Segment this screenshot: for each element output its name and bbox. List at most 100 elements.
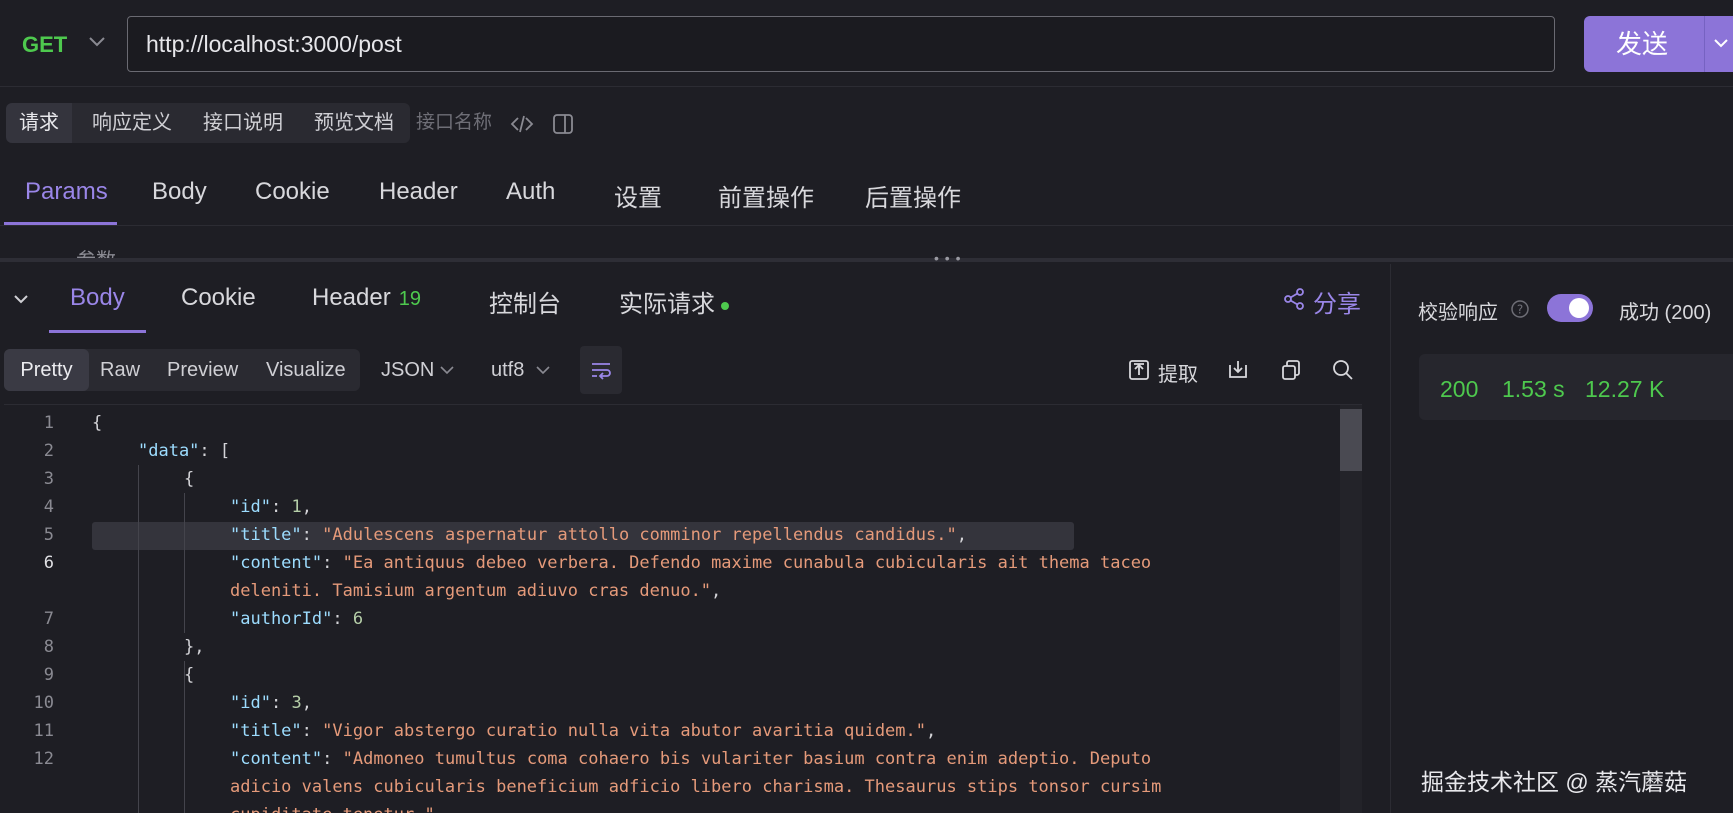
tab-header[interactable]: Header [379, 178, 458, 206]
code-line-wrapped: adicio valens cubicularis beneficium adf… [230, 777, 1161, 797]
code-line-wrapped: cupiditate tenetur.", [230, 805, 445, 813]
json-string: deleniti. Tamisium argentum adiuvo cras … [230, 581, 712, 601]
pane-splitter[interactable] [0, 258, 1733, 262]
view-pretty[interactable]: Pretty [4, 349, 89, 391]
format-select[interactable]: JSON [381, 349, 434, 391]
tab-params[interactable]: Params [25, 178, 108, 206]
api-name-input[interactable]: 接口名称 [416, 103, 492, 143]
tab-body[interactable]: Body [152, 178, 207, 206]
code-icon[interactable] [510, 114, 534, 134]
json-key: "id" [230, 693, 271, 713]
json-string: "Vigor abstergo curatio nulla vita abuto… [322, 721, 926, 741]
http-method-select[interactable]: GET [22, 32, 67, 58]
code-line: "content": "Ea antiquus debeo verbera. D… [230, 553, 1152, 573]
line-number: 11 [33, 721, 54, 741]
copy-icon[interactable] [1279, 358, 1303, 382]
help-icon[interactable]: ? [1510, 299, 1530, 319]
scrollbar-thumb[interactable] [1340, 409, 1362, 471]
code-line: "id": 3, [230, 693, 312, 713]
json-number: 6 [352, 609, 364, 629]
line-number: 2 [43, 441, 54, 461]
request-tabs: 请求 响应定义 接口说明 预览文档 接口名称 [0, 86, 1733, 154]
tab-actual-request-label: 实际请求 [619, 291, 715, 318]
response-body-editor[interactable]: 1 2 3 4 5 6 7 8 9 10 11 12 { "data": [ {… [4, 404, 1362, 813]
active-tab-underline [4, 222, 117, 225]
tab-pre-actions[interactable]: 前置操作 [718, 178, 814, 213]
chevron-down-icon[interactable] [86, 30, 108, 52]
share-icon[interactable] [1282, 287, 1306, 311]
json-punct: : [ [199, 441, 231, 461]
encoding-select[interactable]: utf8 [491, 349, 524, 391]
watermark: 掘金技术社区 @ 蒸汽蘑菇 [1421, 769, 1688, 795]
tab-response-cookie[interactable]: Cookie [181, 284, 256, 312]
share-button[interactable]: 分享 [1313, 284, 1361, 319]
view-visualize[interactable]: Visualize [266, 349, 346, 391]
json-number: 1 [291, 497, 302, 517]
tab-request[interactable]: 请求 [6, 103, 72, 143]
line-number: 1 [43, 413, 54, 433]
download-icon[interactable] [1226, 357, 1250, 381]
indent-guide [138, 465, 139, 813]
response-tabs: Body Cookie Header 19 控制台 实际请求 分享 [0, 264, 1365, 333]
validate-response-label: 校验响应 [1418, 302, 1498, 324]
response-summary-panel [1390, 264, 1733, 813]
response-size: 12.27 K [1585, 376, 1665, 402]
code-line: "authorId": 6 [230, 609, 364, 629]
json-string: adicio valens cubicularis beneficium adf… [230, 777, 1162, 797]
line-number: 7 [43, 609, 54, 629]
collapse-chevron-icon[interactable] [10, 288, 32, 310]
side-panel-icon[interactable] [552, 113, 574, 135]
json-key: "data" [138, 441, 200, 461]
send-button-divider [1704, 16, 1705, 72]
send-options-chevron-icon[interactable] [1712, 34, 1730, 52]
json-key: "title" [230, 721, 302, 741]
code-line-wrapped: deleniti. Tamisium argentum adiuvo cras … [230, 581, 722, 601]
tab-settings[interactable]: 设置 [614, 178, 662, 213]
view-preview[interactable]: Preview [167, 349, 238, 391]
code-line: { [184, 665, 195, 685]
tab-cookie[interactable]: Cookie [255, 178, 330, 206]
validation-result: 成功 (200) [1619, 302, 1712, 324]
tab-response-header[interactable]: Header 19 [312, 284, 421, 312]
line-number: 12 [33, 749, 54, 769]
code-line: "content": "Admoneo tumultus coma cohaer… [230, 749, 1152, 769]
params-tabs: Params Body Cookie Header Auth 设置 前置操作 后… [0, 162, 1733, 226]
extract-icon[interactable] [1127, 358, 1151, 382]
json-number: 3 [291, 693, 302, 713]
header-count-badge: 19 [398, 288, 421, 310]
indent-guide [184, 493, 185, 633]
chevron-down-icon [536, 366, 550, 375]
line-number: 9 [43, 665, 54, 685]
code-line: { [184, 469, 195, 489]
tab-preview-doc[interactable]: 预览文档 [304, 103, 404, 143]
line-number: 3 [43, 469, 54, 489]
json-key: "content" [230, 553, 323, 573]
search-icon[interactable] [1331, 358, 1355, 382]
json-key: "authorId" [230, 609, 333, 629]
json-key: "id" [230, 497, 271, 517]
tab-response-definition[interactable]: 响应定义 [82, 103, 182, 143]
extract-button[interactable]: 提取 [1158, 358, 1198, 387]
send-button[interactable]: 发送 [1584, 16, 1733, 72]
code-line: "id": 1, [230, 497, 312, 517]
json-string: cupiditate tenetur.", [230, 805, 445, 813]
view-raw[interactable]: Raw [100, 349, 140, 391]
tab-api-doc[interactable]: 接口说明 [193, 103, 293, 143]
json-string: "Adulescens aspernatur attollo comminor … [322, 525, 957, 545]
response-view-toolbar: Pretty Raw Preview Visualize JSON utf8 提… [0, 346, 1365, 394]
toggle-knob [1569, 298, 1589, 318]
code-line: { [92, 413, 103, 433]
code-line: "title": "Vigor abstergo curatio nulla v… [230, 721, 937, 741]
tab-actual-request[interactable]: 实际请求 [619, 284, 729, 319]
tab-post-actions[interactable]: 后置操作 [865, 178, 961, 213]
tab-auth[interactable]: Auth [506, 178, 555, 206]
line-number: 10 [33, 693, 54, 713]
url-input[interactable]: http://localhost:3000/post [127, 16, 1555, 72]
tab-console[interactable]: 控制台 [489, 284, 561, 319]
tab-response-body[interactable]: Body [70, 284, 125, 312]
json-string: "Ea antiquus debeo verbera. Defendo maxi… [342, 553, 1152, 573]
status-code: 200 [1440, 376, 1479, 402]
status-dot [721, 301, 729, 310]
active-response-tab-underline [49, 330, 146, 333]
code-line: }, [184, 637, 205, 657]
